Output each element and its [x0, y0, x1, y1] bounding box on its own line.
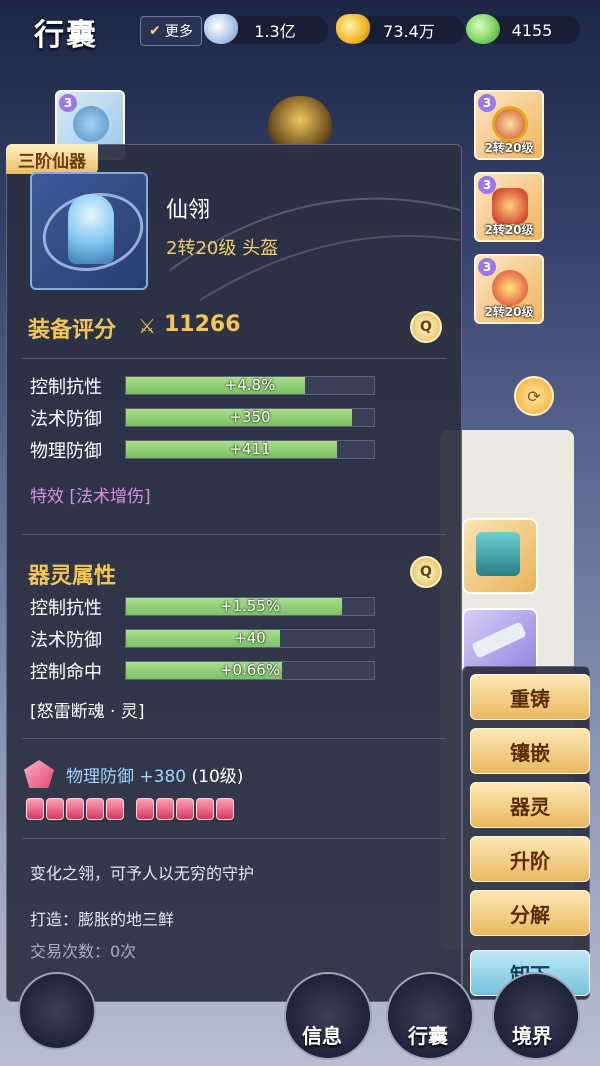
stat-value: +4.8% [224, 376, 276, 394]
cauldron-icon [476, 532, 520, 576]
gem-attribute: 物理防御 +380 (10级) [66, 762, 243, 787]
more-button[interactable]: ✔ 更多 [140, 16, 202, 46]
spirit-stat-value: +0.66% [219, 661, 281, 679]
nav-bag-label[interactable]: 行囊 [408, 1020, 448, 1049]
gem-slot [196, 798, 214, 820]
gem-slot [216, 798, 234, 820]
spirit-stat-value: +40 [234, 629, 266, 647]
gem-attr: 物理防御 [66, 767, 134, 787]
item-level-type: 2转20级 头盔 [166, 238, 279, 259]
divider [22, 534, 446, 535]
spirit-stat-bar: +0.66% [125, 661, 375, 680]
upgrade-tier-button[interactable]: 升阶 [470, 836, 590, 882]
bag-item-cauldron[interactable] [462, 518, 538, 594]
stat-label: 物理防御 [30, 441, 102, 462]
reforge-button[interactable]: 重铸 [470, 674, 590, 720]
compass-button[interactable] [18, 972, 96, 1050]
gem-slot [136, 798, 154, 820]
spirit-stat-label: 法术防御 [30, 630, 102, 651]
spirit-title: 器灵属性 [28, 564, 117, 589]
equip-slot-belt[interactable]: 3 2转20级 [474, 254, 544, 324]
sword-icon [471, 621, 527, 659]
currency-gold-value: 73.4万 [383, 22, 435, 41]
nav-info-label[interactable]: 信息 [302, 1020, 342, 1049]
currency-jade-value: 4155 [511, 20, 553, 40]
more-label: 更多 [164, 24, 193, 40]
gem-value: +380 [139, 767, 187, 787]
divider [22, 838, 446, 839]
spirit-stat-label: 控制抗性 [30, 598, 102, 619]
jade-coin-icon [466, 14, 500, 44]
spirit-name: [怒雷断魂 · 灵] [30, 702, 145, 722]
item-maker: 打造：膨胀的地三鲜 [30, 910, 175, 929]
lock-icon[interactable]: ⟳ [514, 376, 554, 416]
gem-slot [46, 798, 64, 820]
item-icon-frame [30, 172, 148, 290]
necklace-icon [492, 106, 528, 142]
stat-bar: +411 [125, 440, 375, 459]
stat-value: +411 [229, 440, 271, 458]
magnifier-icon[interactable]: Q [410, 556, 442, 588]
spirit-stat-bar: +40 [125, 629, 375, 648]
gem-level: (10级) [191, 767, 244, 787]
spirit-stat-bar: +1.55% [125, 597, 375, 616]
currency-gold[interactable]: 73.4万 [354, 16, 464, 44]
tier-badge: 3 [478, 258, 496, 276]
trade-count: 交易次数：0次 [30, 942, 137, 961]
score-title: 装备评分 [28, 318, 117, 343]
gem-slots [26, 798, 234, 820]
gem-slot [156, 798, 174, 820]
gold-ingot-icon [336, 14, 370, 44]
silver-ingot-icon [204, 14, 238, 44]
chevron-down-icon: ✔ [149, 23, 161, 39]
spirit-stat-value: +1.55% [219, 597, 281, 615]
special-effect: 特效 [法术增伤] [30, 487, 151, 507]
tier-badge: 3 [59, 94, 77, 112]
stat-bar: +350 [125, 408, 375, 427]
helmet-icon [73, 106, 109, 142]
spirit-stat-label: 控制命中 [30, 662, 102, 683]
belt-icon [492, 270, 528, 306]
stat-label: 法术防御 [30, 409, 102, 430]
gem-slot [26, 798, 44, 820]
divider [22, 358, 446, 359]
gem-slot [86, 798, 104, 820]
helmet-icon [68, 194, 114, 264]
item-description: 变化之翎，可予人以无穷的守护 [30, 864, 255, 883]
stat-value: +350 [229, 408, 271, 426]
stat-bar: +4.8% [125, 376, 375, 395]
currency-silver-value: 1.3亿 [254, 22, 296, 41]
disassemble-button[interactable]: 分解 [470, 890, 590, 936]
page-title: 行囊 [34, 18, 98, 53]
tier-badge: 3 [478, 94, 496, 112]
crossed-swords-icon: ⚔ [138, 314, 156, 338]
slot-level: 2转20级 [484, 305, 534, 319]
gem-slot [176, 798, 194, 820]
score-value: 11266 [164, 312, 241, 337]
equip-slot-necklace[interactable]: 3 2转20级 [474, 90, 544, 160]
inlay-button[interactable]: 镶嵌 [470, 728, 590, 774]
stat-label: 控制抗性 [30, 377, 102, 398]
slot-level: 2转20级 [484, 223, 534, 237]
equip-slot-armor[interactable]: 3 2转20级 [474, 172, 544, 242]
magnifier-icon[interactable]: Q [410, 311, 442, 343]
tier-label: 三阶仙器 [6, 144, 98, 174]
divider [22, 738, 446, 739]
spirit-button[interactable]: 器灵 [470, 782, 590, 828]
gem-slot [66, 798, 84, 820]
nav-realm-label[interactable]: 境界 [512, 1020, 552, 1049]
armor-icon [492, 188, 528, 224]
gem-slot [106, 798, 124, 820]
top-bar: 行囊 ✔ 更多 1.3亿 73.4万 4155 [0, 0, 600, 62]
item-name: 仙翎 [166, 198, 211, 223]
slot-level: 2转20级 [484, 141, 534, 155]
